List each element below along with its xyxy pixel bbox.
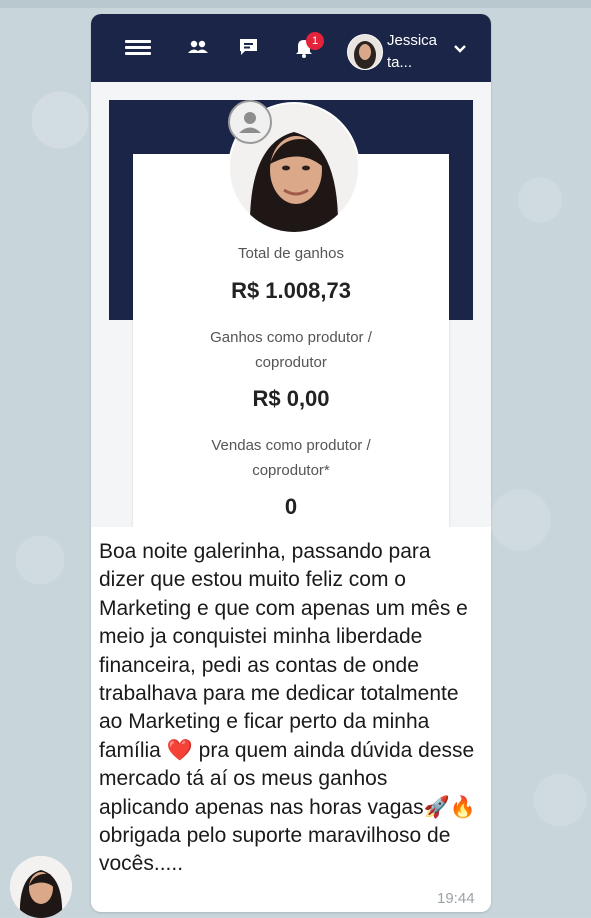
chat-icon[interactable]	[237, 36, 263, 58]
users-icon[interactable]	[185, 36, 211, 58]
sender-avatar[interactable]	[10, 856, 72, 918]
message-text: Boa noite galerinha, passando para dizer…	[99, 540, 476, 876]
producer-earnings-label: Ganhos como produtor /	[210, 329, 372, 346]
message-bubble[interactable]: 1 Jessica ta... Total de ganhos R$ 1.008…	[91, 14, 491, 912]
message-time: 19:44	[437, 890, 475, 907]
app-navbar: 1 Jessica ta...	[91, 14, 491, 82]
producer-earnings-value: R$ 0,00	[252, 386, 330, 411]
nav-avatar[interactable]	[347, 34, 383, 70]
attached-screenshot[interactable]: 1 Jessica ta... Total de ganhos R$ 1.008…	[91, 14, 491, 527]
menu-icon[interactable]	[125, 36, 151, 58]
top-bar-edge	[0, 0, 591, 8]
total-earnings-label: Total de ganhos	[238, 245, 344, 262]
producer-sales-label: Vendas como produtor /	[211, 437, 371, 454]
producer-sales-value: 0	[284, 494, 298, 519]
producer-earnings-label-2: coprodutor	[255, 354, 327, 371]
chevron-down-icon[interactable]	[453, 44, 467, 54]
total-earnings-value: R$ 1.008,73	[231, 278, 351, 303]
photo-badge-icon[interactable]	[228, 100, 272, 144]
producer-sales-label-2: coprodutor*	[252, 462, 330, 479]
nav-user-name[interactable]: Jessica ta...	[387, 30, 451, 74]
notification-badge: 1	[306, 32, 324, 50]
